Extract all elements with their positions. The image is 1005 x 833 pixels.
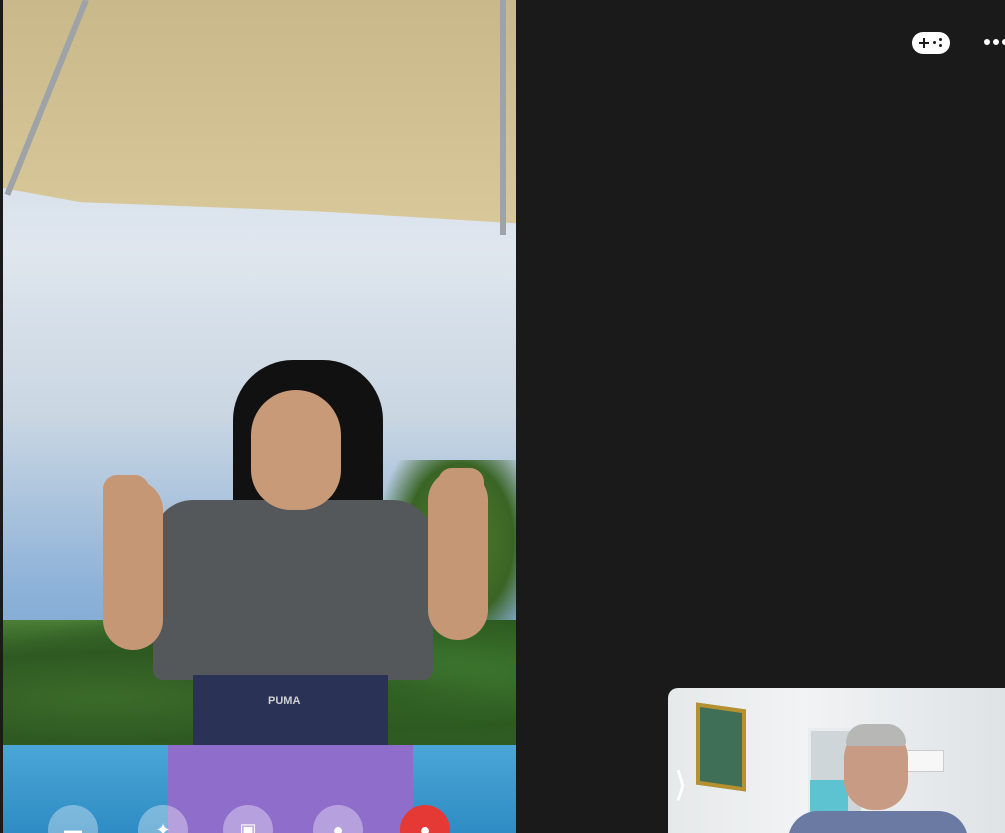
self-hair: [846, 724, 906, 746]
dpad-icon: [919, 38, 929, 48]
more-options-icon[interactable]: [984, 39, 1005, 47]
umbrella-pole: [500, 0, 506, 235]
call-controls: ▬ ✦ ▣ ● ●: [3, 805, 516, 833]
microphone-button[interactable]: ●: [313, 805, 363, 833]
left-fist: [103, 475, 149, 521]
gamepad-icon[interactable]: [912, 32, 950, 54]
remote-video: PUMA ▬ ✦ ▣ ● ●: [3, 0, 516, 833]
shirt: [153, 500, 433, 680]
face: [251, 390, 341, 510]
effects-button[interactable]: ✦: [138, 805, 188, 833]
wall-picture: [696, 702, 746, 792]
self-shirt: [788, 811, 968, 833]
camera-button[interactable]: ▣: [223, 805, 273, 833]
waist-logo: PUMA: [268, 695, 301, 707]
end-call-button[interactable]: ●: [400, 805, 450, 833]
umbrella-canopy: [3, 0, 516, 224]
waist-belt: [193, 675, 388, 750]
buttons-icon: [933, 38, 943, 48]
menu-button[interactable]: ▬: [48, 805, 98, 833]
right-fist: [438, 468, 484, 514]
self-view-video[interactable]: ⟩: [668, 688, 1005, 833]
expand-chevron-icon[interactable]: ⟩: [674, 768, 687, 802]
person: PUMA: [93, 360, 503, 833]
air-conditioner: [906, 750, 944, 772]
